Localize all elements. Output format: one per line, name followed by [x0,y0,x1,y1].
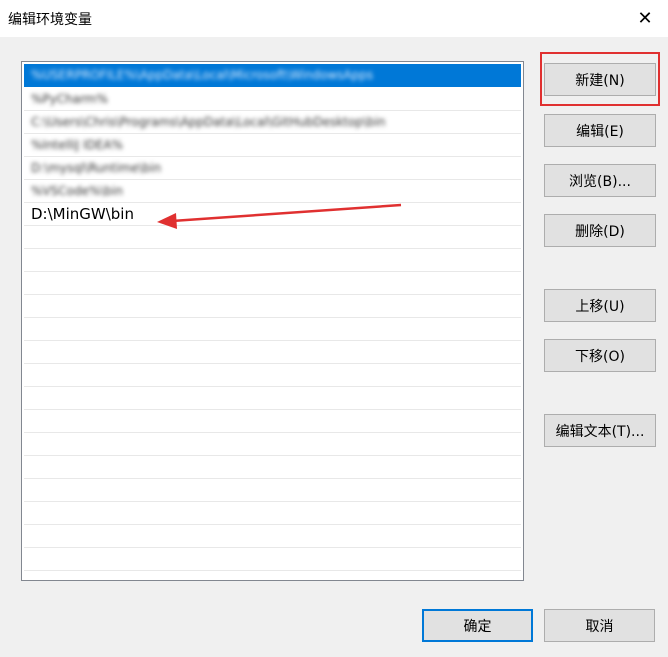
path-list-item-text: C:\Users\Chris\Programs\AppData\Local\Gi… [31,115,386,129]
path-list-empty-row [24,318,521,341]
path-list-item-text: %VSCode%\bin [31,184,123,198]
path-list-empty-row [24,548,521,571]
edit-text-button[interactable]: 编辑文本(T)... [544,414,656,447]
close-icon[interactable]: ✕ [622,0,668,37]
path-list-empty-row [24,364,521,387]
path-list-item-text: D:\mysql\Runtime\bin [31,161,162,175]
window-title: 编辑环境变量 [8,12,92,28]
path-list-item-text: D:\MinGW\bin [31,205,134,223]
path-list-item[interactable]: C:\Users\Chris\Programs\AppData\Local\Gi… [24,111,521,134]
delete-button[interactable]: 删除(D) [544,214,656,247]
path-list-item-text: %USERPROFILE%\AppData\Local\Microsoft\Wi… [31,68,374,82]
path-list-empty-row [24,479,521,502]
path-list-item-text: %PyCharm% [31,92,108,106]
path-list-empty-row [24,226,521,249]
title-bar: 编辑环境变量 ✕ [0,0,668,37]
path-list-item-text: %IntelliJ IDEA% [31,138,123,152]
path-list-item[interactable]: %IntelliJ IDEA% [24,134,521,157]
path-list-empty-row [24,295,521,318]
path-list-item[interactable]: D:\mysql\Runtime\bin [24,157,521,180]
ok-button[interactable]: 确定 [422,609,533,642]
path-list-empty-row [24,249,521,272]
path-list-item[interactable]: %USERPROFILE%\AppData\Local\Microsoft\Wi… [24,64,521,87]
path-list-empty-row [24,272,521,295]
cancel-button[interactable]: 取消 [544,609,655,642]
browse-button[interactable]: 浏览(B)... [544,164,656,197]
path-list-item[interactable]: %VSCode%\bin [24,180,521,203]
path-list-empty-row [24,433,521,456]
move-up-button[interactable]: 上移(U) [544,289,656,322]
path-list-empty-row [24,341,521,364]
path-list-item[interactable]: D:\MinGW\bin [24,203,521,226]
path-list-item[interactable]: %PyCharm% [24,88,521,111]
path-list-empty-row [24,410,521,433]
path-list-empty-row [24,456,521,479]
path-list-empty-row [24,525,521,548]
path-list[interactable]: %USERPROFILE%\AppData\Local\Microsoft\Wi… [21,61,524,581]
new-button[interactable]: 新建(N) [544,63,656,96]
edit-button[interactable]: 编辑(E) [544,114,656,147]
path-list-empty-row [24,387,521,410]
move-down-button[interactable]: 下移(O) [544,339,656,372]
path-list-empty-row [24,502,521,525]
